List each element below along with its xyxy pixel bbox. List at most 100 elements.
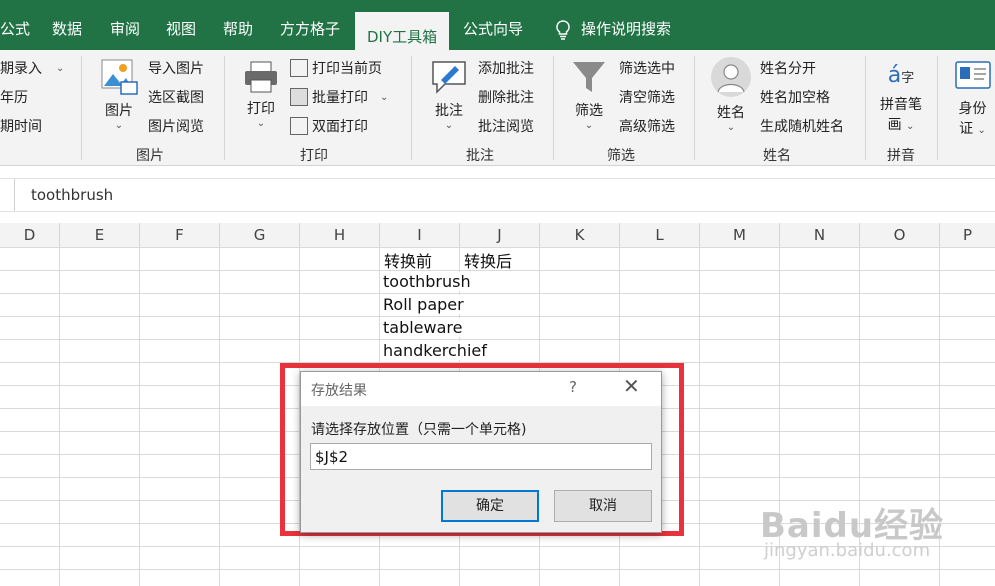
column-header-e[interactable]: E (60, 223, 140, 248)
tab-help[interactable]: 帮助 (223, 0, 253, 50)
random-name-button[interactable]: 生成随机姓名 (760, 116, 844, 136)
print-group-label: 打印 (300, 148, 328, 164)
column-header-p[interactable]: P (940, 223, 995, 248)
id-card-label-2: 证 ⌄ (959, 121, 986, 137)
ribbon-separator (411, 56, 412, 160)
cancel-button[interactable]: 取消 (554, 490, 652, 522)
tab-diy-toolbox[interactable]: DIY工具箱 (355, 12, 450, 50)
name-big-button[interactable]: 姓名 ⌄ (708, 56, 754, 133)
cell-j1[interactable]: 转换后 (464, 248, 512, 272)
duplex-print-button[interactable]: 双面打印 (290, 116, 368, 136)
help-icon[interactable]: ? (569, 378, 577, 396)
formula-input[interactable]: toothbrush (14, 179, 995, 211)
pinyin-stroke-label-2: 画 ⌄ (887, 117, 915, 133)
preview-comment-button[interactable]: 批注阅览 (478, 116, 534, 136)
advanced-filter-label: 高级筛选 (619, 119, 675, 135)
name-add-space-button[interactable]: 姓名加空格 (760, 87, 830, 107)
cell-i3[interactable]: Roll paper (383, 295, 464, 314)
print-big-button[interactable]: 打印 ⌄ (240, 60, 282, 129)
ribbon-separator (937, 56, 938, 160)
pinyin-stroke-button[interactable]: á字 拼音笔 画 ⌄ (874, 58, 928, 134)
column-header-n[interactable]: N (780, 223, 860, 248)
column-header-k[interactable]: K (540, 223, 620, 248)
add-comment-button[interactable]: 添加批注 (478, 58, 534, 78)
tell-me-search[interactable]: 操作说明搜索 (555, 0, 671, 50)
pinyin-stroke-label: 拼音笔 (880, 97, 922, 113)
tell-me-label: 操作说明搜索 (581, 20, 672, 38)
preview-comment-label: 批注阅览 (478, 119, 534, 135)
pinyin-group-label: 拼音 (887, 148, 915, 164)
comment-big-button[interactable]: 批注 ⌄ (426, 58, 472, 131)
person-avatar-icon (711, 57, 751, 97)
ribbon-separator (694, 56, 695, 160)
split-name-button[interactable]: 姓名分开 (760, 58, 816, 78)
name-big-label: 姓名 (717, 105, 745, 121)
name-add-space-label: 姓名加空格 (760, 90, 830, 106)
comment-big-label: 批注 (435, 103, 463, 119)
comment-icon (432, 61, 466, 94)
cell-i2[interactable]: toothbrush (383, 272, 471, 291)
ok-button[interactable]: 确定 (441, 490, 539, 522)
picture-preview-button[interactable]: 图片阅览 (148, 116, 204, 136)
store-result-dialog: 存放结果 ? ✕ 请选择存放位置（只需一个单元格) $J$2 确定 取消 (300, 371, 662, 533)
picture-big-button[interactable]: 图片 ⌄ (96, 58, 142, 131)
picture-preview-label: 图片阅览 (148, 119, 204, 135)
cell-i4[interactable]: tableware (383, 318, 463, 337)
date-time-label: 期时间 (0, 119, 42, 135)
column-header-m[interactable]: M (700, 223, 780, 248)
batch-print-label: 批量打印 (312, 90, 368, 106)
calendar-button[interactable]: 年历 (0, 87, 28, 107)
grid-line (699, 247, 700, 586)
location-input[interactable]: $J$2 (310, 443, 652, 470)
picture-icon (101, 59, 138, 95)
tab-fangfang[interactable]: 方方格子 (280, 0, 340, 50)
close-icon[interactable]: ✕ (623, 374, 640, 398)
print-current-page-label: 打印当前页 (312, 61, 382, 77)
tab-view[interactable]: 视图 (166, 0, 196, 50)
baidu-watermark-url: jingyan.baidu.com (764, 540, 931, 561)
date-time-button[interactable]: 期时间 (0, 116, 42, 136)
ribbon-separator (553, 56, 554, 160)
column-header-o[interactable]: O (860, 223, 940, 248)
cell-i5[interactable]: handkerchief (383, 341, 487, 360)
page-print-icon (290, 59, 308, 77)
ribbon-separator (865, 56, 866, 160)
region-screenshot-button[interactable]: 选区截图 (148, 87, 204, 107)
id-card-button[interactable]: 身份 证 ⌄ (950, 58, 995, 138)
column-header-d[interactable]: D (0, 223, 60, 248)
filter-big-label: 筛选 (575, 103, 603, 119)
grid-line (139, 247, 140, 586)
pinyin-icon: á字 (887, 63, 915, 88)
column-header-j[interactable]: J (460, 223, 540, 248)
name-group-label: 姓名 (763, 148, 791, 164)
import-picture-button[interactable]: 导入图片 (148, 58, 204, 78)
random-name-label: 生成随机姓名 (760, 119, 844, 135)
grid-line (219, 247, 220, 586)
delete-comment-button[interactable]: 删除批注 (478, 87, 534, 107)
duplex-print-label: 双面打印 (312, 119, 368, 135)
tab-review[interactable]: 审阅 (110, 0, 140, 50)
ribbon-separator (81, 56, 82, 160)
filter-selected-label: 筛选选中 (619, 61, 675, 77)
advanced-filter-button[interactable]: 高级筛选 (619, 116, 675, 136)
batch-print-icon (290, 88, 308, 106)
lightbulb-icon (556, 19, 570, 40)
column-header-l[interactable]: L (620, 223, 700, 248)
clear-filter-button[interactable]: 清空筛选 (619, 87, 675, 107)
column-header-g[interactable]: G (220, 223, 300, 248)
filter-selected-button[interactable]: 筛选选中 (619, 58, 675, 78)
cell-i1[interactable]: 转换前 (384, 248, 432, 272)
tab-formula-wizard[interactable]: 公式向导 (463, 0, 523, 50)
column-header-f[interactable]: F (140, 223, 220, 248)
date-entry-button[interactable]: 期录入 ⌄ (0, 58, 64, 78)
column-header-i[interactable]: I (380, 223, 460, 248)
filter-big-button[interactable]: 筛选 ⌄ (568, 58, 610, 131)
funnel-icon (573, 62, 605, 92)
tab-data[interactable]: 数据 (52, 0, 82, 50)
comment-group-label: 批注 (466, 148, 494, 164)
column-header-h[interactable]: H (300, 223, 380, 248)
clear-filter-label: 清空筛选 (619, 90, 675, 106)
print-current-page-button[interactable]: 打印当前页 (290, 58, 382, 78)
batch-print-button[interactable]: 批量打印 ⌄ (290, 87, 388, 107)
tab-formulas[interactable]: 公式 (0, 0, 30, 50)
